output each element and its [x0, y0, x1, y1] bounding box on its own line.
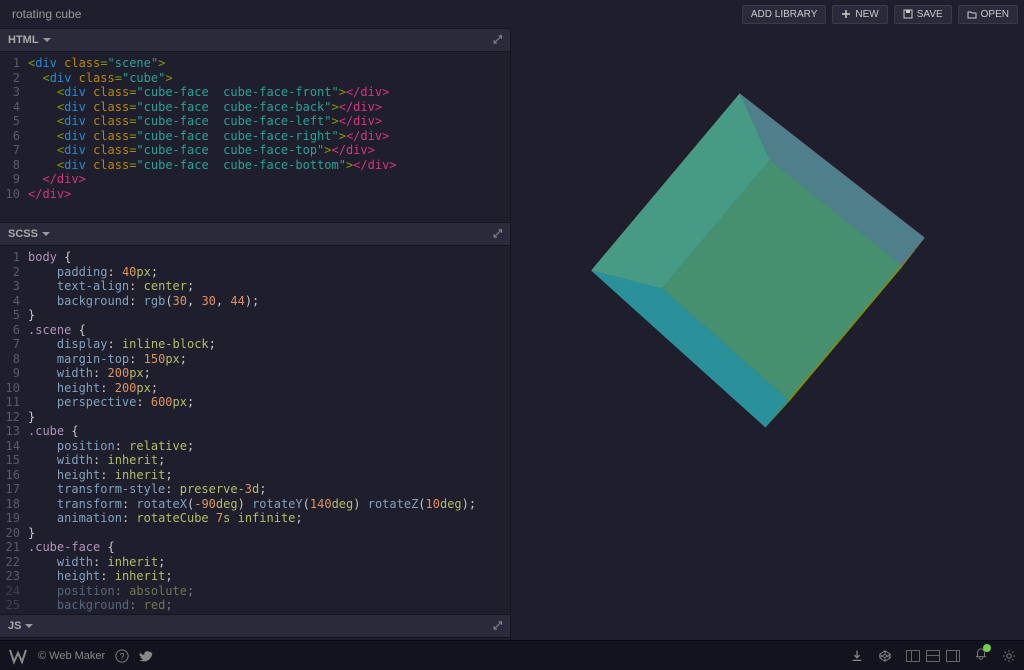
brand-label: © Web Maker — [38, 650, 105, 662]
download-icon[interactable] — [850, 649, 864, 663]
chevron-down-icon — [43, 38, 51, 42]
html-lang-selector[interactable]: HTML — [8, 34, 51, 46]
layout-switcher — [906, 650, 960, 662]
scss-editor[interactable]: 1body {2 padding: 40px;3 text-align: cen… — [0, 246, 510, 614]
save-label: SAVE — [917, 9, 943, 20]
preview-pane — [511, 28, 1024, 640]
open-label: OPEN — [981, 9, 1009, 20]
footer-right — [850, 647, 1016, 664]
js-pane-header[interactable]: JS ⤢ — [0, 614, 510, 638]
scss-lang-selector[interactable]: SCSS — [8, 228, 50, 240]
expand-js-icon[interactable]: ⤢ — [493, 620, 502, 633]
chevron-down-icon — [42, 232, 50, 236]
preview-scene — [668, 168, 868, 368]
new-button[interactable]: NEW — [832, 5, 887, 24]
scss-lang-label: SCSS — [8, 228, 38, 240]
expand-html-icon[interactable]: ⤢ — [493, 34, 502, 47]
html-lang-label: HTML — [8, 34, 39, 46]
cube-face-top — [591, 93, 925, 427]
folder-icon — [967, 9, 977, 19]
scss-pane-header[interactable]: SCSS ⤢ — [0, 222, 510, 246]
top-bar: rotating cube ADD LIBRARY NEW SAVE OPEN — [0, 0, 1024, 28]
js-lang-label: JS — [8, 620, 21, 632]
svg-text:?: ? — [120, 651, 125, 661]
html-pane-header[interactable]: HTML ⤢ — [0, 28, 510, 52]
footer: © Web Maker ? — [0, 640, 1024, 670]
chevron-down-icon — [25, 624, 33, 628]
plus-icon — [841, 9, 851, 19]
add-library-button[interactable]: ADD LIBRARY — [742, 5, 827, 24]
preview-cube — [665, 182, 846, 334]
save-button[interactable]: SAVE — [894, 5, 952, 24]
codepen-icon[interactable] — [878, 649, 892, 663]
add-library-label: ADD LIBRARY — [751, 9, 818, 20]
expand-scss-icon[interactable]: ⤢ — [493, 228, 502, 241]
project-title[interactable]: rotating cube — [6, 7, 81, 21]
settings-icon[interactable] — [1002, 649, 1016, 663]
js-lang-selector[interactable]: JS — [8, 620, 33, 632]
editors-column: HTML ⤢ 1<div class="scene">2 <div class=… — [0, 28, 511, 640]
new-label: NEW — [855, 9, 878, 20]
notifications-button[interactable] — [974, 647, 988, 664]
help-icon[interactable]: ? — [115, 649, 129, 663]
layout-2-button[interactable] — [926, 650, 940, 662]
notification-dot — [983, 644, 991, 652]
layout-3-button[interactable] — [946, 650, 960, 662]
top-buttons: ADD LIBRARY NEW SAVE OPEN — [742, 5, 1018, 24]
layout-1-button[interactable] — [906, 650, 920, 662]
webmaker-logo-icon[interactable] — [8, 646, 28, 666]
html-editor[interactable]: 1<div class="scene">2 <div class="cube">… — [0, 52, 510, 222]
open-button[interactable]: OPEN — [958, 5, 1018, 24]
save-icon — [903, 9, 913, 19]
main: HTML ⤢ 1<div class="scene">2 <div class=… — [0, 28, 1024, 640]
twitter-icon[interactable] — [139, 649, 153, 663]
footer-left: © Web Maker ? — [8, 646, 153, 666]
